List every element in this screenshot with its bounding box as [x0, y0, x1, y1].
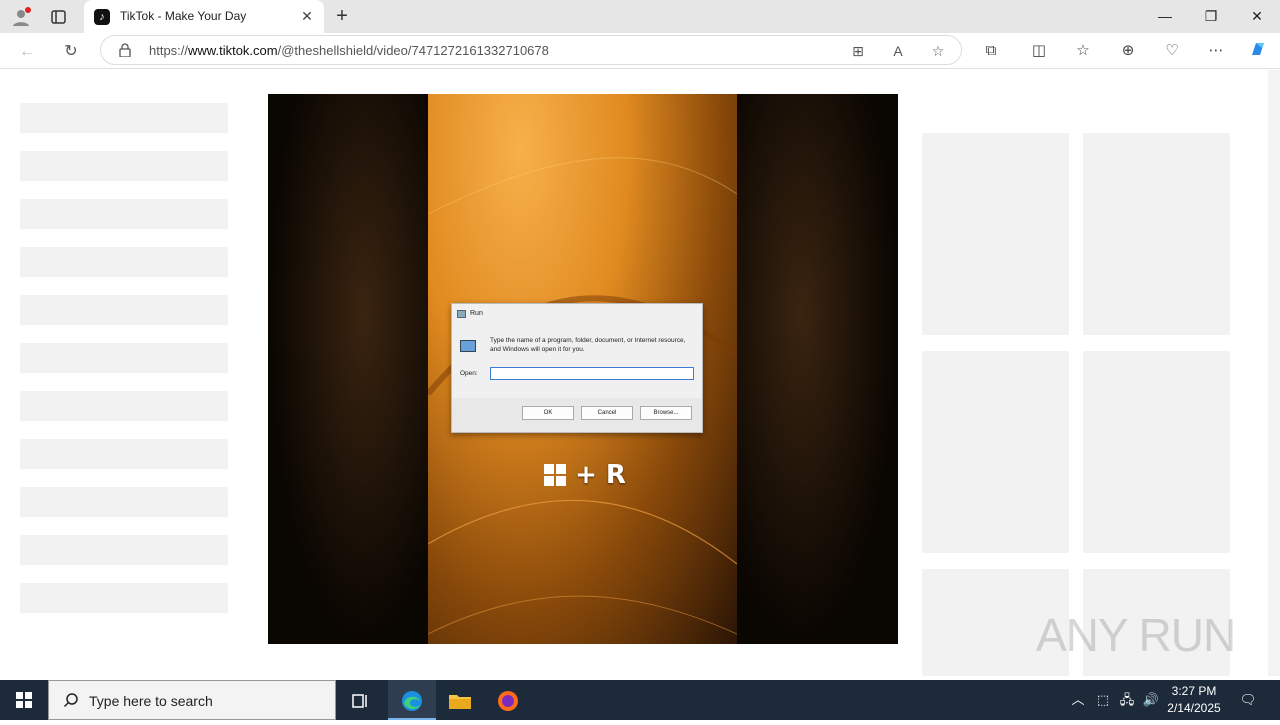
profile-icon[interactable] — [10, 6, 32, 28]
read-aloud-icon[interactable]: A — [887, 40, 909, 62]
file-explorer-icon[interactable] — [436, 680, 484, 720]
windows-icon — [16, 692, 32, 708]
browser-toolbar: ← ↻ https://www.tiktok.com/@theshellshie… — [0, 33, 1280, 69]
run-program-icon — [460, 340, 476, 352]
shortcut-caption: + R — [544, 460, 626, 490]
network-icon[interactable]: 🖧 — [1116, 680, 1138, 720]
shortcut-text: + R — [575, 460, 626, 490]
page-content: Run Type the name of a program, folder, … — [4, 70, 1268, 676]
tab-strip: ♪ TikTok - Make Your Day ✕ + — ❐ ✕ — [0, 0, 1280, 33]
tab-title: TikTok - Make Your Day — [120, 9, 247, 23]
close-tab-icon[interactable]: ✕ — [298, 7, 316, 25]
skeleton-nav-item — [20, 151, 228, 181]
copilot-icon[interactable] — [1246, 39, 1270, 63]
video-player[interactable]: Run Type the name of a program, folder, … — [268, 94, 898, 644]
extensions-icon[interactable]: ⧉ — [979, 39, 1003, 63]
skeleton-nav-item — [20, 487, 228, 517]
address-bar[interactable]: https://www.tiktok.com/@theshellshield/v… — [100, 35, 962, 65]
skeleton-nav-item — [20, 103, 228, 133]
skeleton-nav-item — [20, 343, 228, 373]
meet-now-icon[interactable]: ⬚ — [1092, 680, 1114, 720]
browser-essentials-icon[interactable]: ♡ — [1160, 39, 1184, 63]
tab-tiktok[interactable]: ♪ TikTok - Make Your Day ✕ — [84, 0, 324, 33]
anyrun-watermark: ANY RUN — [1036, 609, 1236, 661]
tiktok-icon: ♪ — [94, 9, 110, 25]
skeleton-nav-item — [20, 391, 228, 421]
more-menu-icon[interactable]: ⋯ — [1204, 39, 1228, 63]
clock-date: 2/14/2025 — [1167, 701, 1221, 715]
run-browse-button: Browse... — [640, 406, 692, 420]
run-cancel-button: Cancel — [581, 406, 633, 420]
firefox-icon[interactable] — [484, 680, 532, 720]
run-open-label: Open: — [460, 370, 478, 377]
volume-icon[interactable]: 🔊 — [1140, 680, 1162, 720]
favorite-star-icon[interactable]: ☆ — [927, 40, 949, 62]
skeleton-nav-item — [20, 439, 228, 469]
back-icon[interactable]: ← — [14, 39, 40, 65]
run-open-field — [490, 367, 694, 380]
split-screen-icon[interactable]: ◫ — [1027, 39, 1051, 63]
search-placeholder: Type here to search — [89, 693, 213, 709]
run-button-row: OK Cancel Browse... — [452, 398, 702, 432]
url-text[interactable]: https://www.tiktok.com/@theshellshield/v… — [149, 43, 549, 58]
task-view-icon[interactable] — [336, 680, 384, 720]
run-dialog-image: Run Type the name of a program, folder, … — [451, 303, 703, 433]
skeleton-nav-item — [20, 247, 228, 277]
skeleton-video-card — [1083, 351, 1230, 553]
taskbar-clock[interactable]: 3:27 PM 2/14/2025 — [1162, 683, 1226, 717]
search-icon — [63, 693, 78, 708]
run-ok-button: OK — [522, 406, 574, 420]
tab-actions-icon[interactable] — [50, 8, 68, 26]
minimize-button[interactable]: — — [1142, 0, 1188, 33]
notifications-icon[interactable]: 🗨 — [1234, 680, 1262, 720]
page-scrollbar[interactable] — [1268, 70, 1280, 676]
windows-key-icon — [544, 464, 566, 486]
clock-time: 3:27 PM — [1171, 684, 1217, 698]
video-blur-right — [737, 94, 898, 644]
skeleton-nav-item — [20, 199, 228, 229]
skeleton-video-card — [922, 351, 1069, 553]
close-window-button[interactable]: ✕ — [1234, 0, 1280, 33]
edge-taskbar-icon[interactable] — [388, 680, 436, 720]
app-available-icon[interactable]: ⊞ — [847, 40, 869, 62]
skeleton-nav-item — [20, 583, 228, 613]
skeleton-nav-item — [20, 535, 228, 565]
run-dialog-title: Run — [470, 310, 483, 317]
show-hidden-icons[interactable]: ︿ — [1068, 680, 1088, 720]
video-blur-left — [268, 94, 428, 644]
start-button[interactable] — [0, 680, 48, 720]
taskbar: Type here to search ︿ ⬚ 🖧 🔊 3:27 PM 2/14… — [0, 680, 1280, 720]
favorites-icon[interactable]: ☆ — [1071, 39, 1095, 63]
taskbar-search[interactable]: Type here to search — [48, 680, 336, 720]
new-tab-button[interactable]: + — [330, 4, 354, 28]
skeleton-nav-item — [20, 295, 228, 325]
skeleton-video-card — [922, 133, 1069, 335]
skeleton-video-card — [1083, 133, 1230, 335]
run-icon — [457, 310, 466, 318]
lock-icon[interactable] — [119, 43, 131, 57]
run-dialog-description: Type the name of a program, folder, docu… — [490, 337, 686, 353]
collections-icon[interactable]: ⊕ — [1116, 39, 1140, 63]
refresh-icon[interactable]: ↻ — [58, 39, 84, 65]
restore-button[interactable]: ❐ — [1188, 0, 1234, 33]
